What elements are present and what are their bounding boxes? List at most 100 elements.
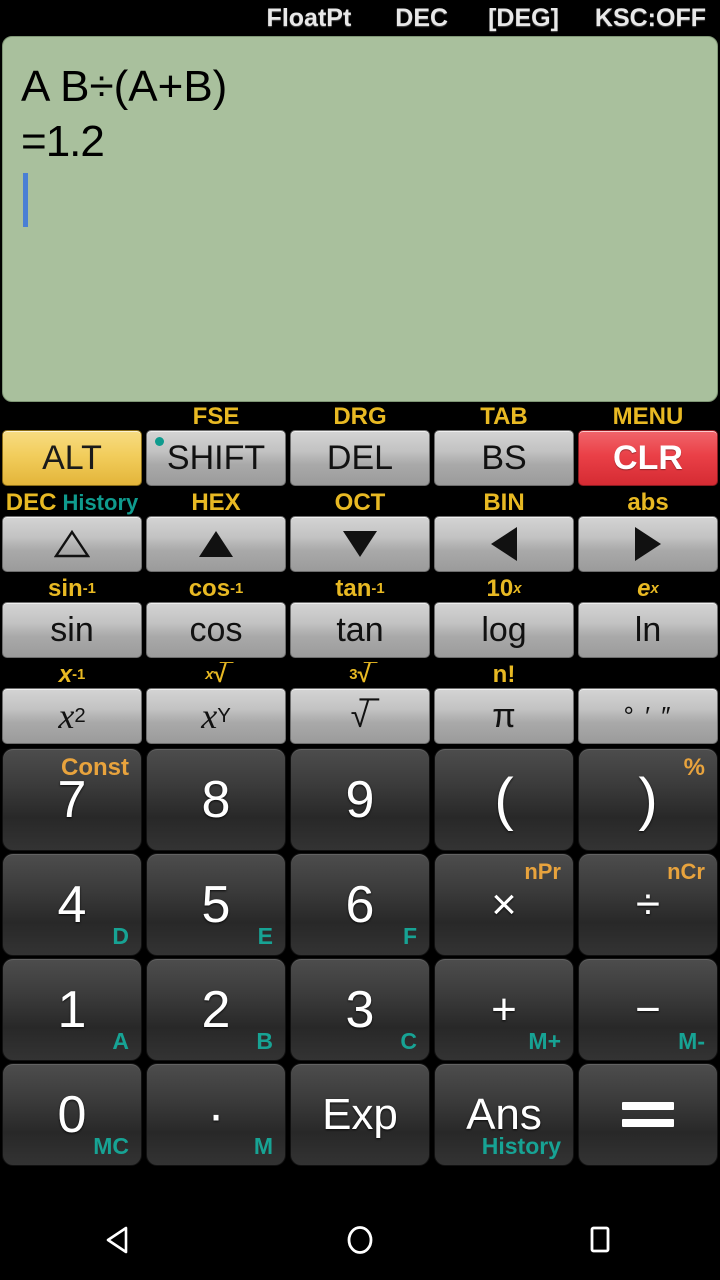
key-del-label: DEL: [326, 439, 394, 477]
key-tan[interactable]: tan: [290, 602, 430, 658]
label-xth-root: x √̅: [205, 661, 227, 688]
label-atan-base: tan: [335, 575, 372, 602]
key-log-label: log: [481, 611, 527, 649]
key-exp-label: Exp: [322, 1089, 398, 1139]
status-angle-mode: [DEG]: [488, 3, 559, 32]
key-3-hex-label: C: [400, 1028, 417, 1054]
shift-active-dot-icon: [155, 437, 164, 446]
key-cos-label: cos: [189, 611, 243, 649]
key-minus[interactable]: − M-: [578, 958, 718, 1061]
key-6[interactable]: 6 F: [290, 853, 430, 956]
label-oct: OCT: [334, 489, 386, 516]
nav-recents-button[interactable]: [555, 1212, 645, 1272]
label-asin-sup: -1: [82, 580, 96, 597]
key-x-squared[interactable]: x2: [2, 688, 142, 744]
key-multiply-label: ×: [491, 879, 517, 929]
key-5-label: 5: [201, 875, 231, 934]
label-alt-blank: [0, 404, 144, 430]
key-pi[interactable]: π: [434, 688, 574, 744]
key-exp[interactable]: Exp: [290, 1063, 430, 1166]
label-asin: sin -1: [0, 576, 144, 602]
triangle-down-icon: [343, 531, 377, 557]
key-8[interactable]: 8: [146, 748, 286, 851]
key-plus[interactable]: + M+: [434, 958, 574, 1061]
key-3[interactable]: 3 C: [290, 958, 430, 1061]
key-log[interactable]: log: [434, 602, 574, 658]
key-decimal-point-label: ·: [207, 1085, 225, 1144]
key-7[interactable]: Const 7: [2, 748, 142, 851]
label-drg: DRG: [333, 403, 387, 430]
nav-home-button[interactable]: [315, 1212, 405, 1272]
keypad: ALT FSE SHIFT DRG DEL TAB BS MENU CLR DE…: [0, 402, 720, 1204]
label-dms-blank: [576, 662, 720, 688]
label-xinv-base: x: [58, 661, 73, 688]
key-arrow-left[interactable]: [434, 516, 574, 572]
key-arrow-up[interactable]: [146, 516, 286, 572]
label-ten-pow-x: 10 x: [432, 576, 576, 602]
key-divide[interactable]: nCr ÷: [578, 853, 718, 956]
key-clr[interactable]: CLR: [578, 430, 718, 486]
keypad-row-456: 4 D 5 E 6 F nPr × nCr ÷: [0, 853, 720, 958]
equals-icon: [622, 1102, 674, 1127]
key-ans[interactable]: Ans History: [434, 1063, 574, 1166]
status-base-mode: DEC: [395, 3, 449, 32]
label-menu: MENU: [612, 403, 684, 430]
key-5-hex-label: E: [257, 923, 273, 949]
key-open-paren[interactable]: (: [434, 748, 574, 851]
key-percent-alt-label: %: [683, 754, 705, 781]
key-0[interactable]: 0 MC: [2, 1063, 142, 1166]
triangle-up-icon: [199, 531, 233, 557]
key-close-paren[interactable]: % ): [578, 748, 718, 851]
display-expression: A B÷(A+B): [21, 62, 228, 111]
key-x-pow-y[interactable]: xY: [146, 688, 286, 744]
keypad-row-powers: x -1 x2 x √̅ xY 3 √̅ √̅ n! π ° ′ ″: [0, 662, 720, 748]
key-multiply[interactable]: nPr ×: [434, 853, 574, 956]
key-4[interactable]: 4 D: [2, 853, 142, 956]
key-2[interactable]: 2 B: [146, 958, 286, 1061]
key-shift[interactable]: SHIFT: [146, 430, 286, 486]
key-memory-plus-label: M+: [528, 1028, 561, 1054]
label-e-sup: x: [650, 580, 659, 597]
label-acos-base: cos: [188, 575, 231, 602]
key-1-hex-label: A: [112, 1028, 129, 1054]
key-alt[interactable]: ALT: [2, 430, 142, 486]
label-e-base: e: [637, 575, 651, 602]
key-square-root[interactable]: √̅: [290, 688, 430, 744]
key-bs[interactable]: BS: [434, 430, 574, 486]
key-sin[interactable]: sin: [2, 602, 142, 658]
key-5[interactable]: 5 E: [146, 853, 286, 956]
keypad-row-123: 1 A 2 B 3 C + M+ − M-: [0, 958, 720, 1063]
calculator-display[interactable]: A B÷(A+B) =1.2: [2, 36, 718, 402]
key-history-label: History: [481, 1133, 561, 1159]
key-del[interactable]: DEL: [290, 430, 430, 486]
label-xinv-sup: -1: [72, 666, 86, 683]
key-degrees-minutes-seconds[interactable]: ° ′ ″: [578, 688, 718, 744]
key-arrow-right[interactable]: [578, 516, 718, 572]
label-bin: BIN: [483, 489, 525, 516]
key-9[interactable]: 9: [290, 748, 430, 851]
key-dms-label: ° ′ ″: [623, 701, 673, 731]
key-decimal-point[interactable]: · M: [146, 1063, 286, 1166]
key-bs-label: BS: [481, 439, 527, 477]
nav-back-button[interactable]: [75, 1212, 165, 1272]
key-0-label: 0: [57, 1085, 87, 1144]
keypad-row-0-equals: 0 MC · M Exp Ans History: [0, 1063, 720, 1168]
label-tab: TAB: [480, 403, 528, 430]
label-x-inverse: x -1: [0, 662, 144, 688]
key-ln[interactable]: ln: [578, 602, 718, 658]
key-arrow-down[interactable]: [290, 516, 430, 572]
key-clr-label: CLR: [613, 439, 683, 477]
key-x-squared-base: x: [58, 696, 75, 736]
key-1[interactable]: 1 A: [2, 958, 142, 1061]
label-ten-sup: x: [513, 580, 522, 597]
key-1-label: 1: [57, 980, 87, 1039]
key-cos[interactable]: cos: [146, 602, 286, 658]
key-2-hex-label: B: [256, 1028, 273, 1054]
label-atan-sup: -1: [371, 580, 385, 597]
label-history: History: [62, 490, 139, 515]
key-arrow-up-outline[interactable]: [2, 516, 142, 572]
key-2-label: 2: [201, 980, 231, 1039]
key-equals[interactable]: [578, 1063, 718, 1166]
label-fse: FSE: [192, 403, 240, 430]
key-tan-label: tan: [336, 611, 384, 649]
